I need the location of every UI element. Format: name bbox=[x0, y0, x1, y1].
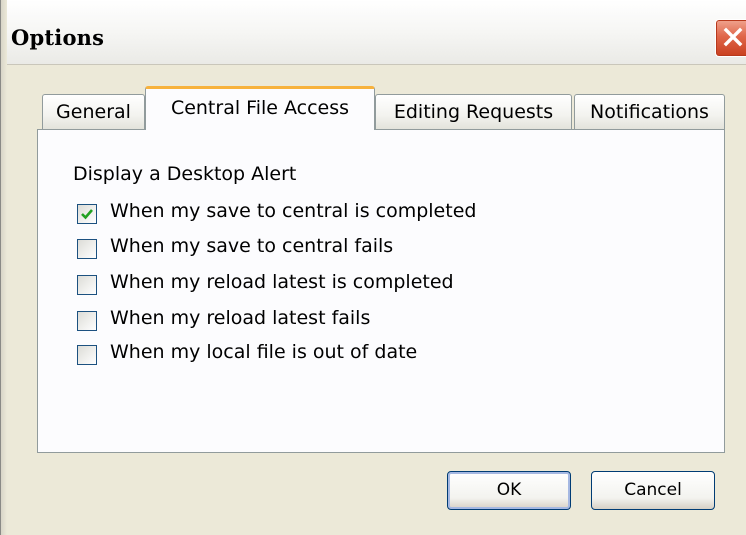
tab-general[interactable]: General bbox=[42, 94, 145, 129]
window-title: Options bbox=[11, 25, 105, 50]
tab-editing-requests-label: Editing Requests bbox=[393, 101, 554, 123]
option-label: When my save to central is completed bbox=[110, 200, 477, 222]
option-label: When my reload latest fails bbox=[110, 307, 371, 329]
title-bar[interactable]: Options bbox=[0, 0, 746, 65]
options-dialog: Options General Central File Access Edit… bbox=[0, 0, 746, 535]
tab-central-file-access-label: Central File Access bbox=[170, 97, 350, 119]
checkbox-save-completed[interactable] bbox=[77, 204, 97, 224]
checkbox-reload-fails[interactable] bbox=[77, 311, 97, 331]
close-icon bbox=[723, 27, 743, 47]
checkbox-reload-completed[interactable] bbox=[77, 275, 97, 295]
option-label: When my save to central fails bbox=[110, 235, 394, 257]
tab-notifications-label: Notifications bbox=[590, 101, 709, 123]
ok-button[interactable]: OK bbox=[447, 471, 571, 510]
window-left-border bbox=[0, 0, 7, 535]
checkmark-icon bbox=[81, 209, 93, 220]
tab-editing-requests[interactable]: Editing Requests bbox=[375, 94, 572, 129]
tab-general-label: General bbox=[56, 101, 131, 123]
tab-central-file-access[interactable]: Central File Access bbox=[145, 86, 375, 130]
tab-notifications[interactable]: Notifications bbox=[574, 94, 725, 129]
checkbox-local-out-of-date[interactable] bbox=[77, 345, 97, 365]
close-button[interactable] bbox=[715, 19, 746, 57]
checkbox-save-fails[interactable] bbox=[77, 239, 97, 259]
option-label: When my local file is out of date bbox=[110, 341, 418, 363]
desktop-alert-group-label: Display a Desktop Alert bbox=[73, 163, 297, 185]
option-label: When my reload latest is completed bbox=[110, 271, 454, 293]
cancel-button[interactable]: Cancel bbox=[591, 471, 715, 510]
